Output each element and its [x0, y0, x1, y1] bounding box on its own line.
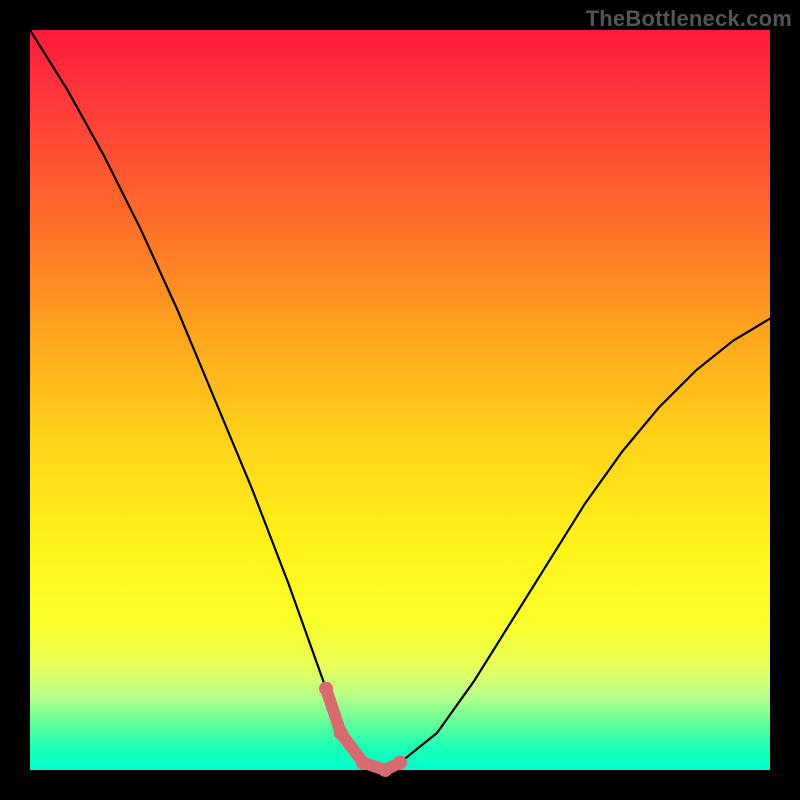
trough-highlight-dot	[356, 756, 370, 770]
trough-highlight-dot	[393, 756, 407, 770]
plot-area	[30, 30, 770, 770]
bottleneck-curve-path	[30, 30, 770, 770]
chart-container: TheBottleneck.com	[0, 0, 800, 800]
trough-highlight-dot	[334, 726, 348, 740]
trough-highlight-dot	[319, 682, 333, 696]
trough-highlight-dot	[378, 763, 392, 777]
watermark: TheBottleneck.com	[586, 6, 792, 32]
chart-svg	[30, 30, 770, 770]
